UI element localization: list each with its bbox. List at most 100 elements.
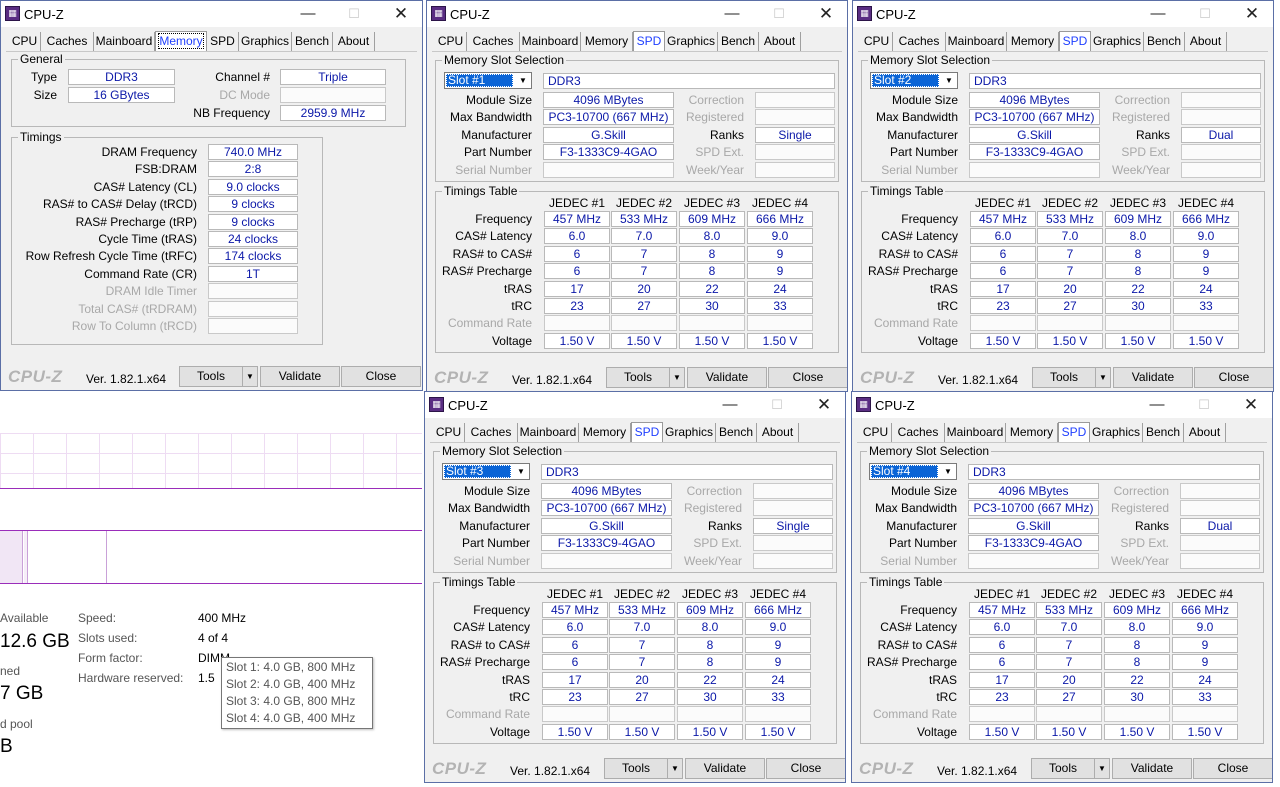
tras-jedec-1-value: 17 <box>970 280 1036 297</box>
ras-to-cas-jedec-4-value: 9 <box>745 636 811 653</box>
tab-about[interactable]: About <box>1184 423 1226 442</box>
validate-button[interactable]: Validate <box>1112 758 1192 779</box>
tab-bench[interactable]: Bench <box>718 32 759 51</box>
tools-dropdown-arrow-icon[interactable]: ▼ <box>242 366 258 387</box>
tab-caches[interactable]: Caches <box>467 32 520 51</box>
tools-button[interactable]: Tools <box>1032 367 1096 388</box>
tab-spd[interactable]: SPD <box>633 31 665 52</box>
title-bar[interactable]: ▦ CPU-Z — ☐ ✕ <box>427 1 847 27</box>
minimize-button[interactable]: — <box>1143 4 1173 24</box>
close-window-button[interactable]: ✕ <box>811 4 841 24</box>
dram-idle-timer-value <box>208 283 298 300</box>
tab-graphics[interactable]: Graphics <box>663 423 716 442</box>
tab-about[interactable]: About <box>759 32 801 51</box>
tab-graphics[interactable]: Graphics <box>665 32 718 51</box>
max-bandwidth-value: PC3-10700 (667 MHz) <box>541 500 672 517</box>
tools-dropdown-arrow-icon[interactable]: ▼ <box>669 367 685 388</box>
tab-mainboard[interactable]: Mainboard <box>94 32 155 51</box>
close-button[interactable]: Close <box>1193 758 1272 779</box>
tab-spd[interactable]: SPD <box>207 32 239 51</box>
title-bar[interactable]: ▦ CPU-Z — ☐ ✕ <box>852 392 1272 418</box>
tab-memory[interactable]: Memory <box>581 32 633 51</box>
slot-select-dropdown[interactable]: Slot #2 ▼ <box>870 72 958 89</box>
close-button[interactable]: Close <box>341 366 421 387</box>
validate-button[interactable]: Validate <box>685 758 765 779</box>
tab-caches[interactable]: Caches <box>41 32 94 51</box>
tab-graphics[interactable]: Graphics <box>239 32 292 51</box>
tools-dropdown-arrow-icon[interactable]: ▼ <box>1094 758 1110 779</box>
close-window-button[interactable]: ✕ <box>809 395 839 415</box>
tools-button[interactable]: Tools <box>179 366 243 387</box>
timings-group: Timings DRAM Frequency 740.0 MHz FSB:DRAM 2… <box>11 130 323 345</box>
tab-memory[interactable]: Memory <box>155 31 207 52</box>
tab-mainboard[interactable]: Mainboard <box>520 32 581 51</box>
validate-button[interactable]: Validate <box>1113 367 1193 388</box>
cas-latency-label: CAS# Latency <box>881 229 958 244</box>
memory-slot-selection-group: Memory Slot Selection Slot #1 ▼ DDR3 Module … <box>435 53 839 182</box>
tab-memory[interactable]: Memory <box>1007 32 1059 51</box>
tab-about[interactable]: About <box>333 32 375 51</box>
tab-bench[interactable]: Bench <box>716 423 757 442</box>
title-bar[interactable]: ▦ CPU-Z — ☐ ✕ <box>425 392 845 418</box>
week-year-label: Week/Year <box>1111 162 1170 177</box>
memory-composition-bar[interactable] <box>0 530 422 584</box>
minimize-button[interactable]: — <box>1142 395 1172 415</box>
validate-button[interactable]: Validate <box>260 366 340 387</box>
close-window-button[interactable]: ✕ <box>1237 4 1267 24</box>
close-button[interactable]: Close <box>766 758 845 779</box>
available-value: 12.6 GB <box>0 631 70 652</box>
tab-about[interactable]: About <box>1185 32 1227 51</box>
tools-button[interactable]: Tools <box>1031 758 1095 779</box>
tab-cpu[interactable]: CPU <box>861 32 893 51</box>
tab-caches[interactable]: Caches <box>892 423 945 442</box>
validate-button[interactable]: Validate <box>687 367 767 388</box>
tab-mainboard[interactable]: Mainboard <box>518 423 579 442</box>
tab-bench[interactable]: Bench <box>1144 32 1185 51</box>
tab-memory[interactable]: Memory <box>579 423 631 442</box>
slot-select-dropdown[interactable]: Slot #4 ▼ <box>869 463 957 480</box>
slot-select-dropdown[interactable]: Slot #3 ▼ <box>442 463 530 480</box>
title-bar[interactable]: ▦ CPU-Z — ☐ ✕ <box>853 1 1273 27</box>
frequency-jedec-1-value: 457 MHz <box>970 211 1036 227</box>
tab-about[interactable]: About <box>757 423 799 442</box>
tab-graphics[interactable]: Graphics <box>1090 423 1143 442</box>
cpuz-app-icon: ▦ <box>856 397 871 412</box>
tab-spd[interactable]: SPD <box>631 422 663 443</box>
close-button[interactable]: Close <box>768 367 847 388</box>
tools-button[interactable]: Tools <box>604 758 668 779</box>
minimize-button[interactable]: — <box>717 4 747 24</box>
tab-spd[interactable]: SPD <box>1058 422 1090 443</box>
tab-caches[interactable]: Caches <box>465 423 518 442</box>
ras-to-cas-delay-trcd-value: 9 clocks <box>208 196 298 213</box>
tab-caches[interactable]: Caches <box>893 32 946 51</box>
close-button[interactable]: Close <box>1194 367 1273 388</box>
minimize-button[interactable]: — <box>715 395 745 415</box>
tools-button[interactable]: Tools <box>606 367 670 388</box>
tools-dropdown-arrow-icon[interactable]: ▼ <box>667 758 683 779</box>
voltage-jedec-1-value: 1.50 V <box>970 332 1036 349</box>
max-bandwidth-value: PC3-10700 (667 MHz) <box>543 109 674 126</box>
tools-dropdown-arrow-icon[interactable]: ▼ <box>1095 367 1111 388</box>
tab-bench[interactable]: Bench <box>1143 423 1184 442</box>
ras-to-cas-jedec-1-value: 6 <box>542 636 608 653</box>
tab-spd[interactable]: SPD <box>1059 31 1091 52</box>
tab-graphics[interactable]: Graphics <box>1091 32 1144 51</box>
cpuz-app-icon: ▦ <box>857 6 872 21</box>
tab-label: Bench <box>718 425 754 439</box>
trc-jedec-1-value: 23 <box>970 298 1036 314</box>
slot-select-dropdown[interactable]: Slot #1 ▼ <box>444 72 532 89</box>
close-window-button[interactable]: ✕ <box>1236 395 1266 415</box>
tab-cpu[interactable]: CPU <box>433 423 465 442</box>
close-window-button[interactable]: ✕ <box>386 4 416 24</box>
minimize-button[interactable]: — <box>293 4 323 24</box>
trc-jedec-4-value: 33 <box>747 298 813 314</box>
tab-label: Caches <box>472 34 514 48</box>
tab-bench[interactable]: Bench <box>292 32 333 51</box>
tab-cpu[interactable]: CPU <box>860 423 892 442</box>
tab-mainboard[interactable]: Mainboard <box>946 32 1007 51</box>
tab-mainboard[interactable]: Mainboard <box>945 423 1006 442</box>
tab-cpu[interactable]: CPU <box>435 32 467 51</box>
tab-memory[interactable]: Memory <box>1006 423 1058 442</box>
tab-cpu[interactable]: CPU <box>9 32 41 51</box>
title-bar[interactable]: ▦ CPU-Z — ☐ ✕ <box>1 1 422 27</box>
